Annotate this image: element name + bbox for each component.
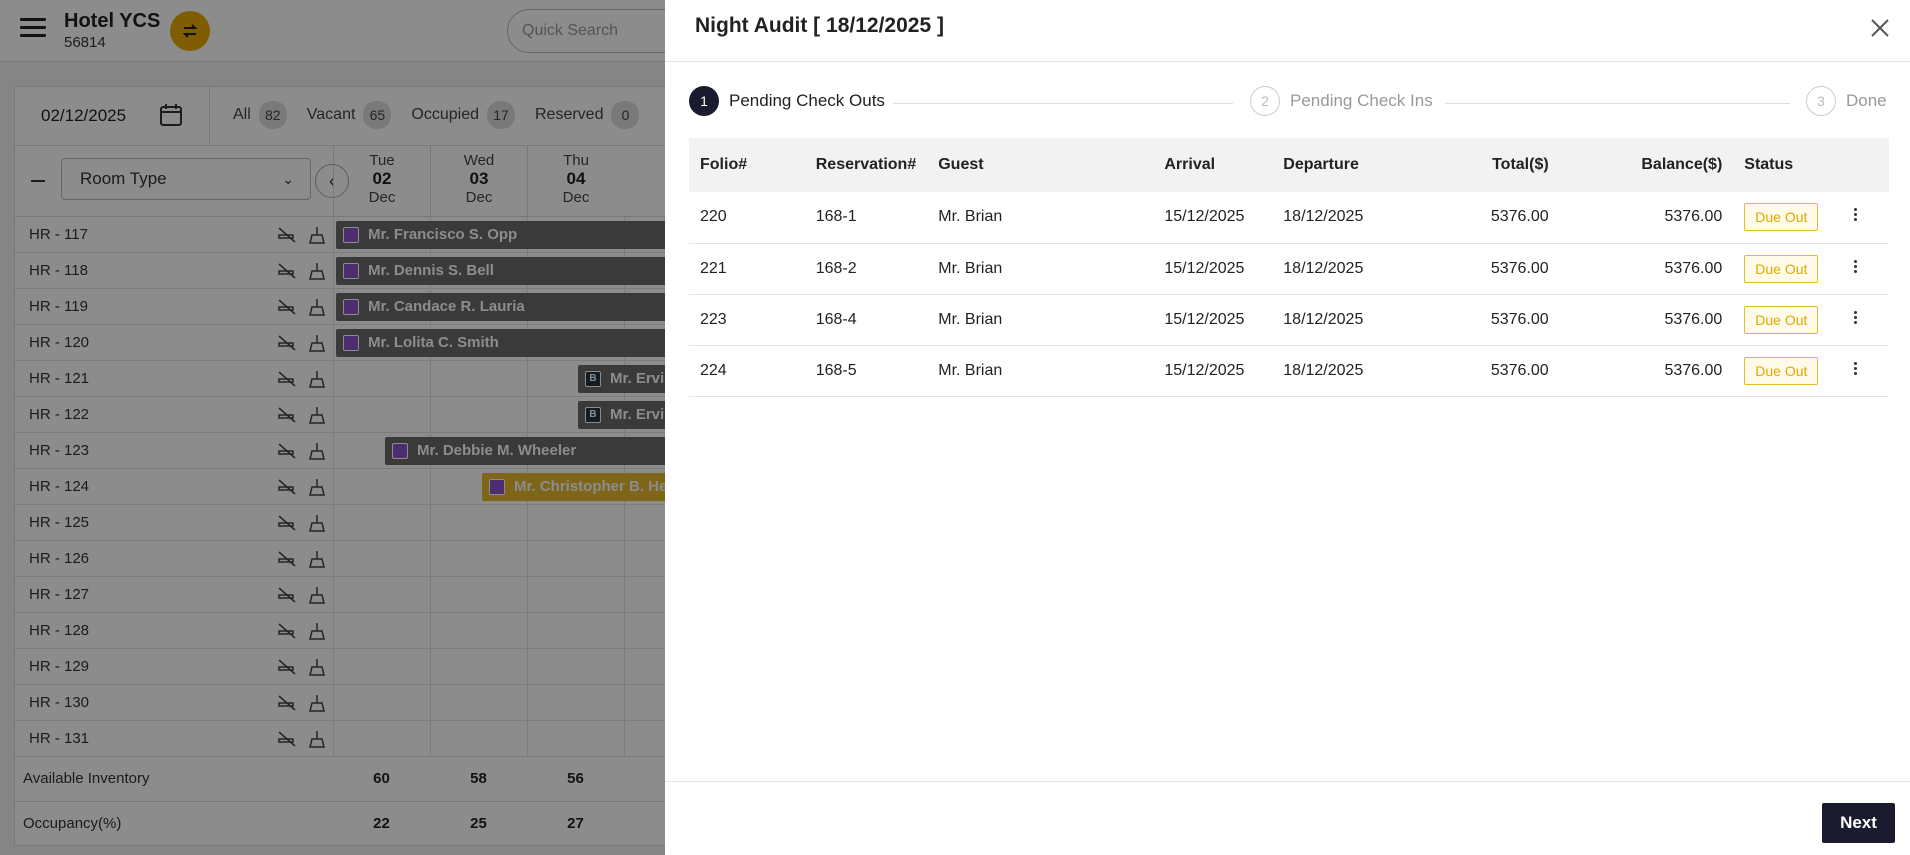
- cell-folio: 220: [689, 192, 805, 244]
- cell-actions: [1843, 192, 1889, 244]
- table-header-row: Folio# Reservation# Guest Arrival Depart…: [689, 138, 1889, 192]
- column-header: Balance($): [1641, 156, 1723, 173]
- drawer-title: Night Audit [ 18/12/2025 ]: [695, 14, 944, 37]
- pending-check-outs-table: Folio# Reservation# Guest Arrival Depart…: [689, 138, 1889, 397]
- cell-departure: 18/12/2025: [1272, 192, 1432, 244]
- cell-arrival: 15/12/2025: [1153, 192, 1273, 244]
- cell-actions: [1843, 243, 1889, 295]
- cell-actions: [1843, 294, 1889, 346]
- cell-total: 5376.00: [1431, 294, 1560, 346]
- column-header: Reservation#: [815, 156, 917, 173]
- audit-stepper: 1 Pending Check Outs 2 Pending Check Ins…: [689, 86, 1889, 120]
- cell-arrival: 15/12/2025: [1153, 294, 1273, 346]
- divider: [665, 781, 1910, 782]
- step-label: Pending Check Outs: [729, 91, 885, 110]
- cell-status: Due Out: [1733, 294, 1844, 346]
- status-badge: Due Out: [1744, 356, 1819, 385]
- cell-reservation: 168-2: [804, 243, 928, 295]
- column-header: Guest: [938, 156, 984, 173]
- cell-folio: 224: [689, 345, 805, 397]
- cell-status: Due Out: [1733, 192, 1844, 244]
- cell-guest: Mr. Brian: [927, 294, 1154, 346]
- cell-reservation: 168-4: [804, 294, 928, 346]
- cell-balance: 5376.00: [1559, 192, 1734, 244]
- step-number: 3: [1806, 86, 1836, 116]
- cell-status: Due Out: [1733, 243, 1844, 295]
- cell-folio: 223: [689, 294, 805, 346]
- night-audit-drawer: Night Audit [ 18/12/2025 ] 1 Pending Che…: [665, 0, 1910, 855]
- cell-guest: Mr. Brian: [927, 243, 1154, 295]
- status-badge: Due Out: [1744, 203, 1819, 232]
- column-header: Total($): [1492, 156, 1549, 173]
- cell-reservation: 168-5: [804, 345, 928, 397]
- cell-reservation: 168-1: [804, 192, 928, 244]
- step-done[interactable]: 3 Done: [1806, 86, 1887, 116]
- cell-actions: [1843, 345, 1889, 397]
- cell-departure: 18/12/2025: [1272, 243, 1432, 295]
- cell-departure: 18/12/2025: [1272, 294, 1432, 346]
- column-header-actions: [1843, 138, 1889, 192]
- table-row[interactable]: 221 168-2 Mr. Brian 15/12/2025 18/12/2025 537…: [689, 243, 1889, 295]
- cell-arrival: 15/12/2025: [1153, 243, 1273, 295]
- step-pending-check-ins[interactable]: 2 Pending Check Ins: [1250, 86, 1433, 116]
- table-row[interactable]: 224 168-5 Mr. Brian 15/12/2025 18/12/2025 537…: [689, 345, 1889, 397]
- cell-balance: 5376.00: [1559, 243, 1734, 295]
- cell-folio: 221: [689, 243, 805, 295]
- next-button[interactable]: Next: [1822, 803, 1895, 843]
- step-number: 2: [1250, 86, 1280, 116]
- close-icon[interactable]: [1868, 16, 1892, 40]
- cell-status: Due Out: [1733, 345, 1844, 397]
- step-pending-check-outs[interactable]: 1 Pending Check Outs: [689, 86, 885, 116]
- step-number: 1: [689, 86, 719, 116]
- more-options-icon[interactable]: [1854, 309, 1858, 326]
- step-connector: [893, 103, 1233, 104]
- more-options-icon[interactable]: [1854, 360, 1858, 377]
- column-header: Folio#: [700, 156, 748, 173]
- cell-guest: Mr. Brian: [927, 345, 1154, 397]
- cell-total: 5376.00: [1431, 345, 1560, 397]
- status-badge: Due Out: [1744, 305, 1819, 334]
- more-options-icon[interactable]: [1854, 206, 1858, 223]
- cell-total: 5376.00: [1431, 243, 1560, 295]
- table-row[interactable]: 223 168-4 Mr. Brian 15/12/2025 18/12/2025 537…: [689, 294, 1889, 346]
- cell-balance: 5376.00: [1559, 294, 1734, 346]
- cell-balance: 5376.00: [1559, 345, 1734, 397]
- divider: [665, 61, 1910, 62]
- cell-guest: Mr. Brian: [927, 192, 1154, 244]
- table-row[interactable]: 220 168-1 Mr. Brian 15/12/2025 18/12/2025 537…: [689, 192, 1889, 244]
- column-header: Arrival: [1164, 156, 1216, 173]
- step-label: Done: [1846, 91, 1887, 110]
- status-badge: Due Out: [1744, 254, 1819, 283]
- cell-total: 5376.00: [1431, 192, 1560, 244]
- step-label: Pending Check Ins: [1290, 91, 1433, 110]
- cell-arrival: 15/12/2025: [1153, 345, 1273, 397]
- column-header: Status: [1744, 156, 1794, 173]
- more-options-icon[interactable]: [1854, 258, 1858, 275]
- cell-departure: 18/12/2025: [1272, 345, 1432, 397]
- step-connector: [1445, 103, 1790, 104]
- column-header: Departure: [1283, 156, 1359, 173]
